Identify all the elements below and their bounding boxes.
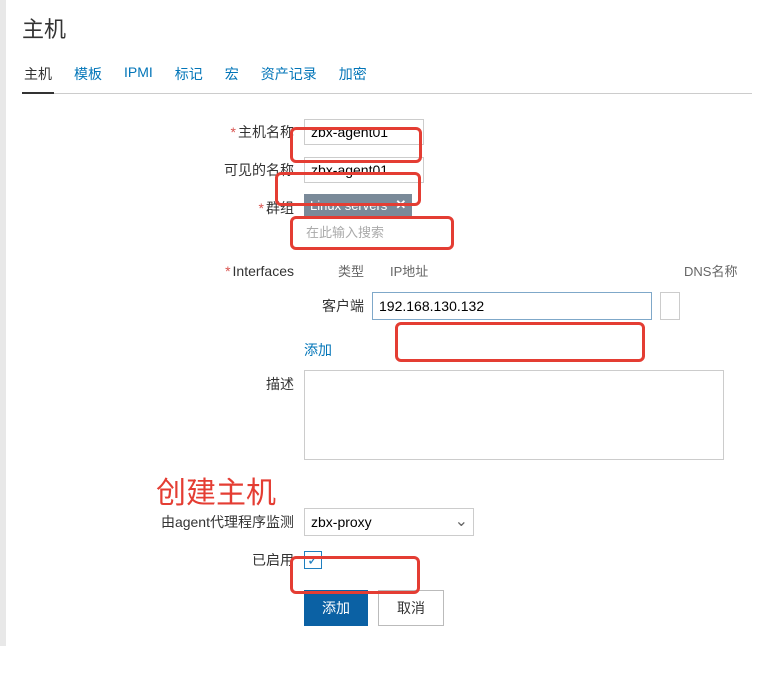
interfaces-header: 类型 IP地址 DNS名称 xyxy=(304,261,737,280)
visible-name-label: 可见的名称 xyxy=(22,160,304,180)
interface-type: 客户端 xyxy=(304,296,364,316)
hostname-label: *主机名称 xyxy=(22,122,304,142)
group-tag[interactable]: Linux servers ✕ xyxy=(304,194,412,216)
interface-row: 客户端 xyxy=(304,292,680,320)
tab-host[interactable]: 主机 xyxy=(22,58,54,94)
submit-button[interactable]: 添加 xyxy=(304,590,368,626)
page-title: 主机 xyxy=(22,12,752,44)
tab-inventory[interactable]: 资产记录 xyxy=(259,58,319,93)
actions-row: 添加 取消 xyxy=(304,590,752,626)
tab-encryption[interactable]: 加密 xyxy=(337,58,369,93)
hostname-input[interactable] xyxy=(304,119,424,145)
tab-template[interactable]: 模板 xyxy=(72,58,104,93)
host-form: *主机名称 可见的名称 *群组 Linux servers ✕ xyxy=(22,94,752,626)
description-label: 描述 xyxy=(22,370,304,394)
tab-ipmi[interactable]: IPMI xyxy=(122,58,155,93)
page-container: 主机 主机 模板 IPMI 标记 宏 资产记录 加密 *主机名称 可见的名称 xyxy=(0,0,768,646)
dns-input[interactable] xyxy=(660,292,680,320)
iface-col-dns: DNS名称 xyxy=(684,261,737,280)
interfaces-label: *Interfaces xyxy=(22,261,304,279)
enabled-label: 已启用 xyxy=(22,550,304,570)
tabs: 主机 模板 IPMI 标记 宏 资产记录 加密 xyxy=(22,58,752,94)
description-textarea[interactable] xyxy=(304,370,724,460)
visible-name-input[interactable] xyxy=(304,157,424,183)
iface-col-ip: IP地址 xyxy=(384,261,664,280)
group-tag-label: Linux servers xyxy=(310,198,387,213)
tab-tags[interactable]: 标记 xyxy=(173,58,205,93)
proxy-label: 由agent代理程序监测 xyxy=(22,512,304,532)
iface-col-type: 类型 xyxy=(304,261,364,280)
ip-input[interactable] xyxy=(372,292,652,320)
proxy-select[interactable]: zbx-proxy xyxy=(304,508,474,536)
groups-label: *群组 xyxy=(22,194,304,218)
add-interface-link[interactable]: 添加 xyxy=(304,340,332,360)
close-icon[interactable]: ✕ xyxy=(395,197,406,213)
tab-macros[interactable]: 宏 xyxy=(223,58,241,93)
group-search-placeholder[interactable]: 在此输入搜索 xyxy=(304,218,386,245)
enabled-checkbox[interactable]: ✓ xyxy=(304,551,322,569)
cancel-button[interactable]: 取消 xyxy=(378,590,444,626)
